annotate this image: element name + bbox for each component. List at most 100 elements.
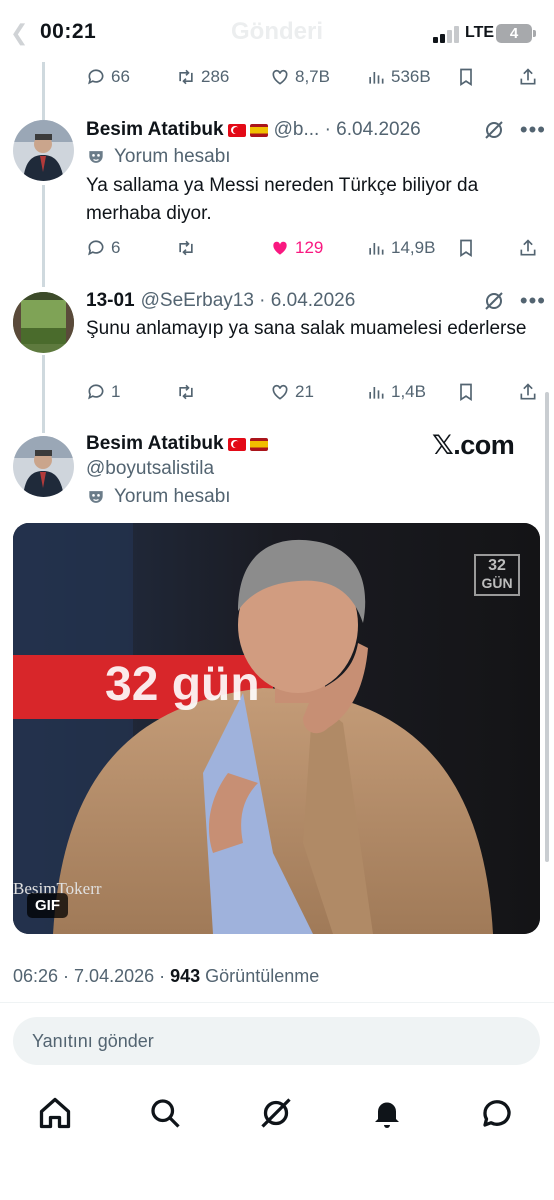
share-icon (520, 239, 536, 256)
heart-filled-icon (273, 241, 287, 255)
notifications-icon (375, 1102, 399, 1128)
messages-icon (483, 1100, 511, 1127)
views-count: 536B (391, 67, 431, 86)
avatar[interactable] (13, 436, 74, 497)
channel-logo-bottom: GÜN (481, 575, 513, 591)
heart-icon (272, 384, 288, 400)
gif-media[interactable]: 32 gün 32 GÜN BesimTokerr GIF (13, 523, 540, 934)
tab-messages[interactable] (479, 1095, 515, 1131)
channel-logo-top: 32 (488, 557, 506, 574)
tab-notifications[interactable] (369, 1095, 405, 1131)
tweet-text: Şunu anlamayıp ya sana salak muamelesi e… (86, 318, 527, 339)
status-time: 00:21 (40, 20, 97, 43)
divider (0, 1002, 554, 1003)
tweet-header: 13-01 @SeErbay13 · 6.04.2026 ••• (86, 287, 546, 315)
repost-button[interactable]: 286 (176, 62, 229, 92)
reply-icon (88, 384, 104, 400)
thread-line (42, 355, 45, 433)
scrollbar[interactable] (545, 392, 549, 862)
bookmark-button[interactable] (456, 233, 476, 263)
mask-icon (89, 491, 103, 503)
avatar[interactable] (13, 292, 74, 353)
post-view-count: 943 (170, 966, 201, 986)
battery-icon: 4 (496, 24, 536, 43)
share-icon (520, 383, 536, 400)
repost-count: 286 (201, 67, 230, 86)
share-button[interactable] (518, 377, 538, 407)
x-logo: 𝕏.com (432, 430, 515, 460)
reply-button[interactable]: 66 (86, 62, 130, 92)
grok-icon[interactable] (482, 118, 506, 142)
repost-icon (179, 240, 193, 256)
reply-button[interactable]: 1 (86, 377, 120, 407)
bookmark-icon (460, 383, 472, 402)
grok-icon (261, 1098, 291, 1128)
comment-account-label: Yorum hesabı (86, 146, 231, 168)
thread-line (42, 62, 45, 120)
author-handle: @SeErbay13 · 6.04.2026 (140, 290, 356, 311)
tab-search[interactable] (147, 1095, 183, 1131)
tweet-actions: 6 129 14,9B (86, 233, 546, 263)
grok-icon[interactable] (482, 289, 506, 313)
views-count: 14,9B (391, 238, 436, 257)
author-name[interactable]: 13-01 (86, 290, 135, 312)
tab-grok[interactable] (258, 1095, 294, 1131)
bookmark-icon (460, 239, 472, 258)
spain-flag-icon (249, 437, 268, 451)
reply-button[interactable]: 6 (86, 233, 120, 263)
like-count: 129 (295, 238, 324, 257)
avatar-image (13, 436, 74, 497)
reply-icon (88, 69, 104, 85)
gif-frame (13, 523, 540, 934)
more-options-icon[interactable]: ••• (520, 117, 546, 143)
comment-account-text: Yorum hesabı (114, 486, 231, 507)
repost-icon (179, 384, 193, 400)
more-options-icon[interactable]: ••• (520, 288, 546, 314)
like-button[interactable]: 8,7B (270, 62, 330, 92)
comment-account-label: Yorum hesabı (86, 486, 231, 508)
gif-caption: 32 gün (105, 658, 260, 711)
tab-home[interactable] (37, 1095, 73, 1131)
mask-icon (89, 151, 103, 163)
author-name[interactable]: Besim Atatibuk (86, 433, 224, 455)
gif-badge: GIF (27, 893, 68, 918)
bookmark-button[interactable] (456, 62, 476, 92)
author-handle[interactable]: @boyutsalistila (86, 458, 214, 480)
home-icon (39, 1097, 71, 1129)
tweet-actions: 1 21 1,4B (86, 377, 546, 407)
repost-button[interactable] (176, 233, 196, 263)
post-meta: 06:26 · 7.04.2026 · 943 Görüntülenme (13, 966, 319, 987)
share-button[interactable] (518, 62, 538, 92)
tweet-text: Ya sallama ya Messi nereden Türkçe biliy… (86, 175, 479, 224)
reply-count: 66 (111, 67, 130, 86)
spain-flag-icon (249, 123, 268, 137)
avatar-image (13, 120, 74, 181)
share-button[interactable] (518, 233, 538, 263)
bottom-tab-bar (0, 1085, 554, 1145)
turkey-flag-icon (227, 437, 246, 451)
like-count: 21 (295, 382, 314, 401)
repost-icon (179, 69, 193, 85)
repost-button[interactable] (176, 377, 196, 407)
like-count: 8,7B (295, 67, 330, 86)
author-name[interactable]: Besim Atatibuk (86, 119, 224, 141)
views-button[interactable]: 1,4B (366, 377, 426, 407)
views-button[interactable]: 14,9B (366, 233, 435, 263)
turkey-flag-icon (227, 123, 246, 137)
reply-icon (88, 240, 104, 256)
views-icon (369, 387, 384, 399)
bookmark-button[interactable] (456, 377, 476, 407)
views-icon (369, 72, 384, 84)
reply-input[interactable]: Yanıtını gönder (13, 1017, 540, 1065)
search-icon (151, 1099, 180, 1128)
views-button[interactable]: 536B (366, 62, 431, 92)
reply-count: 6 (111, 238, 121, 257)
post-timestamp: 06:26 · 7.04.2026 · (13, 966, 171, 986)
status-bar: ❮ Gönderi 00:21 LTE 4 (0, 0, 554, 66)
bookmark-icon (460, 68, 472, 87)
avatar[interactable] (13, 120, 74, 181)
tweet-header: Besim Atatibuk @b... · 6.04.2026 ••• (86, 116, 546, 144)
like-button[interactable]: 21 (270, 377, 314, 407)
heart-icon (272, 69, 288, 85)
like-button[interactable]: 129 (270, 233, 323, 263)
